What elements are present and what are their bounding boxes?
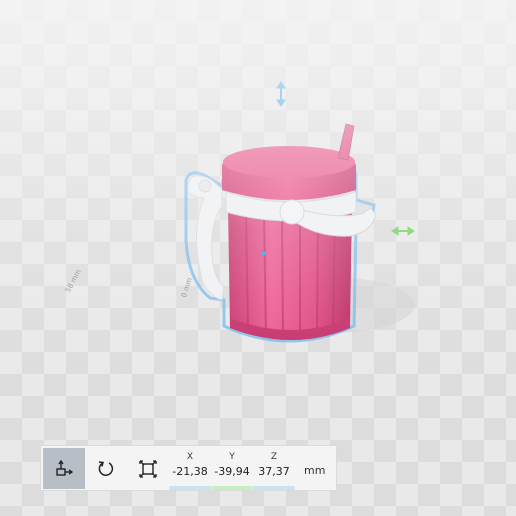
y-axis-label: Y [229,452,235,462]
rotate-tool-button[interactable] [85,448,127,489]
scale-tool-button[interactable] [127,448,169,489]
z-value-field[interactable]: 37,37 [253,465,295,478]
scene-canvas[interactable] [0,0,516,516]
y-value-field[interactable]: -39,94 [211,465,253,478]
handle-pivot [279,199,305,225]
y-axis-bar [211,486,253,490]
lid-top [223,146,355,178]
z-axis-bar [253,486,295,490]
vertical-move-gizmo[interactable] [276,81,286,107]
straw [337,123,355,161]
y-coordinate: Y -39,94 [211,446,253,490]
z-coordinate: Z 37,37 [253,446,295,490]
move-tool-button[interactable] [43,448,85,489]
x-coordinate: X -21,38 [169,446,211,490]
transform-toolbar: X -21,38 Y -39,94 Z 37,37 mm [40,445,337,491]
rotate-icon [98,460,114,476]
x-axis-bar [169,486,211,490]
scale-icon [139,459,157,478]
move-icon [56,459,73,476]
x-axis-label: X [186,452,194,462]
center-marker [262,252,266,255]
model-object[interactable] [184,123,377,343]
left-handle-hole [198,179,212,193]
z-axis-label: Z [270,452,278,462]
horizontal-move-gizmo[interactable] [391,226,415,236]
unit-label: mm [304,464,326,477]
x-value-field[interactable]: -21,38 [169,465,211,478]
3d-viewport[interactable]: 58 mm 0 mm [0,0,516,516]
